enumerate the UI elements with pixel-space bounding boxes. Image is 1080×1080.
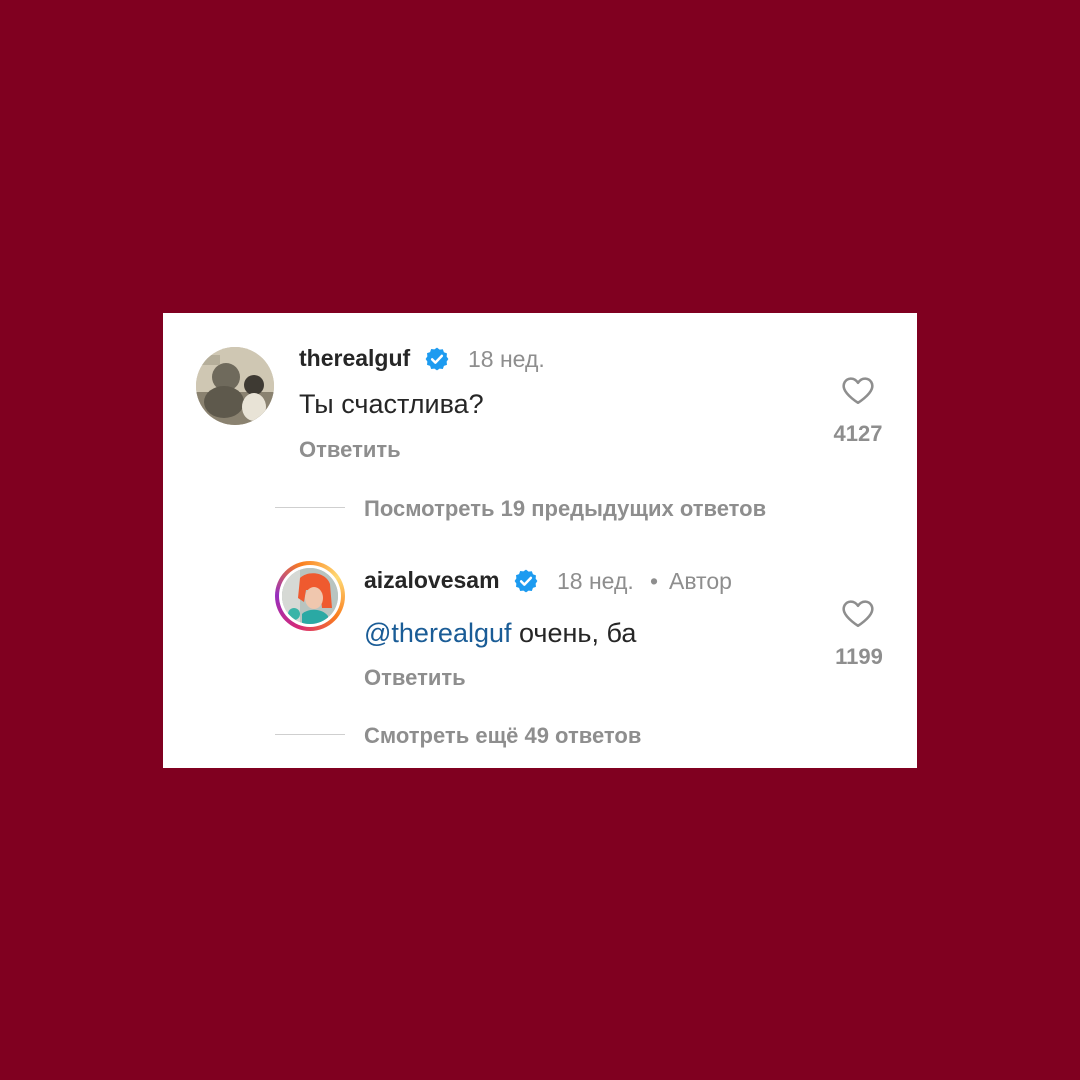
story-ring-inner: [279, 565, 341, 627]
view-previous-replies-button[interactable]: Посмотреть 19 предыдущих ответов: [364, 496, 766, 522]
divider-line: [275, 507, 345, 508]
verified-badge-icon: [425, 347, 449, 371]
separator-dot: •: [650, 568, 659, 594]
mention-link[interactable]: @therealguf: [364, 618, 512, 648]
comment-username[interactable]: aizalovesam: [364, 567, 500, 594]
comment-text: @therealguf очень, ба: [364, 618, 636, 649]
view-more-replies-button[interactable]: Смотреть ещё 49 ответов: [364, 723, 641, 749]
comment-time: 18 нед.: [468, 346, 545, 372]
comment-username[interactable]: therealguf: [299, 345, 410, 372]
avatar-photo-icon: [196, 347, 274, 425]
heart-icon[interactable]: [840, 595, 876, 631]
avatar-photo-icon: [282, 568, 338, 624]
like-count: 4127: [833, 421, 883, 446]
reply-button[interactable]: Ответить: [299, 437, 401, 463]
author-label: Автор: [669, 568, 732, 594]
divider-line: [275, 734, 345, 735]
verified-badge-icon: [514, 569, 538, 593]
therealguf-avatar[interactable]: [196, 347, 274, 425]
comment-body: очень, ба: [511, 618, 637, 648]
aizalovesam-avatar[interactable]: [275, 561, 345, 631]
heart-icon[interactable]: [840, 372, 876, 408]
comment-text: Ты счастлива?: [299, 389, 484, 419]
avatar-photo: [282, 568, 338, 624]
like-count: 1199: [835, 644, 883, 669]
reply-button[interactable]: Ответить: [364, 665, 466, 691]
comment-thread-card: therealguf 18 нед. Ты счастлива? Ответит…: [163, 313, 917, 768]
comment-time: 18 нед.: [557, 568, 634, 594]
